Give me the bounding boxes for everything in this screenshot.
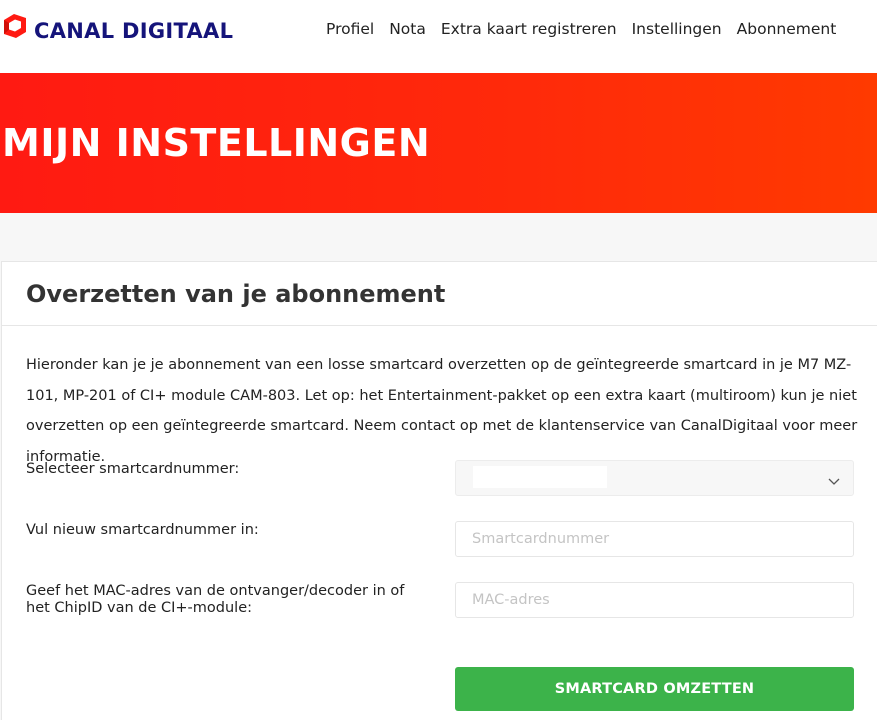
new-smartcard-label: Vul nieuw smartcardnummer in: (26, 522, 259, 538)
nav-item-nota[interactable]: Nota (389, 20, 426, 38)
brand-name: CANAL DIGITAAL (34, 19, 234, 43)
nav-item-extra-kaart-registreren[interactable]: Extra kaart registreren (441, 20, 617, 38)
card-divider (2, 325, 877, 326)
select-smartcard-label: Selecteer smartcardnummer: (26, 461, 240, 477)
mac-address-input[interactable] (455, 582, 854, 618)
hero-banner: MIJN INSTELLINGEN (0, 73, 877, 213)
transfer-smartcard-button[interactable]: SMARTCARD OMZETTEN (455, 667, 854, 711)
nav-item-abonnement[interactable]: Abonnement (737, 20, 837, 38)
new-smartcard-input[interactable] (455, 521, 854, 557)
nav-item-instellingen[interactable]: Instellingen (632, 20, 722, 38)
intro-text: Hieronder kan je je abonnement van een l… (26, 357, 858, 465)
mac-address-label: Geef het MAC-adres van de ontvanger/deco… (26, 583, 405, 616)
canal-digitaal-logo-icon (0, 14, 28, 42)
smartcard-select[interactable] (455, 460, 854, 496)
nav-item-profiel[interactable]: Profiel (326, 20, 374, 38)
main-nav: Profiel Nota Extra kaart registreren Ins… (326, 20, 836, 38)
smartcard-select-value (473, 466, 607, 488)
page-title: MIJN INSTELLINGEN (2, 121, 431, 165)
chevron-down-icon (828, 473, 840, 485)
card-title: Overzetten van je abonnement (26, 280, 446, 308)
transfer-subscription-card: Overzetten van je abonnement Hieronder k… (1, 261, 877, 720)
site-header: CANAL DIGITAAL Profiel Nota Extra kaart … (0, 0, 877, 73)
brand-logo[interactable]: CANAL DIGITAAL (0, 14, 233, 43)
